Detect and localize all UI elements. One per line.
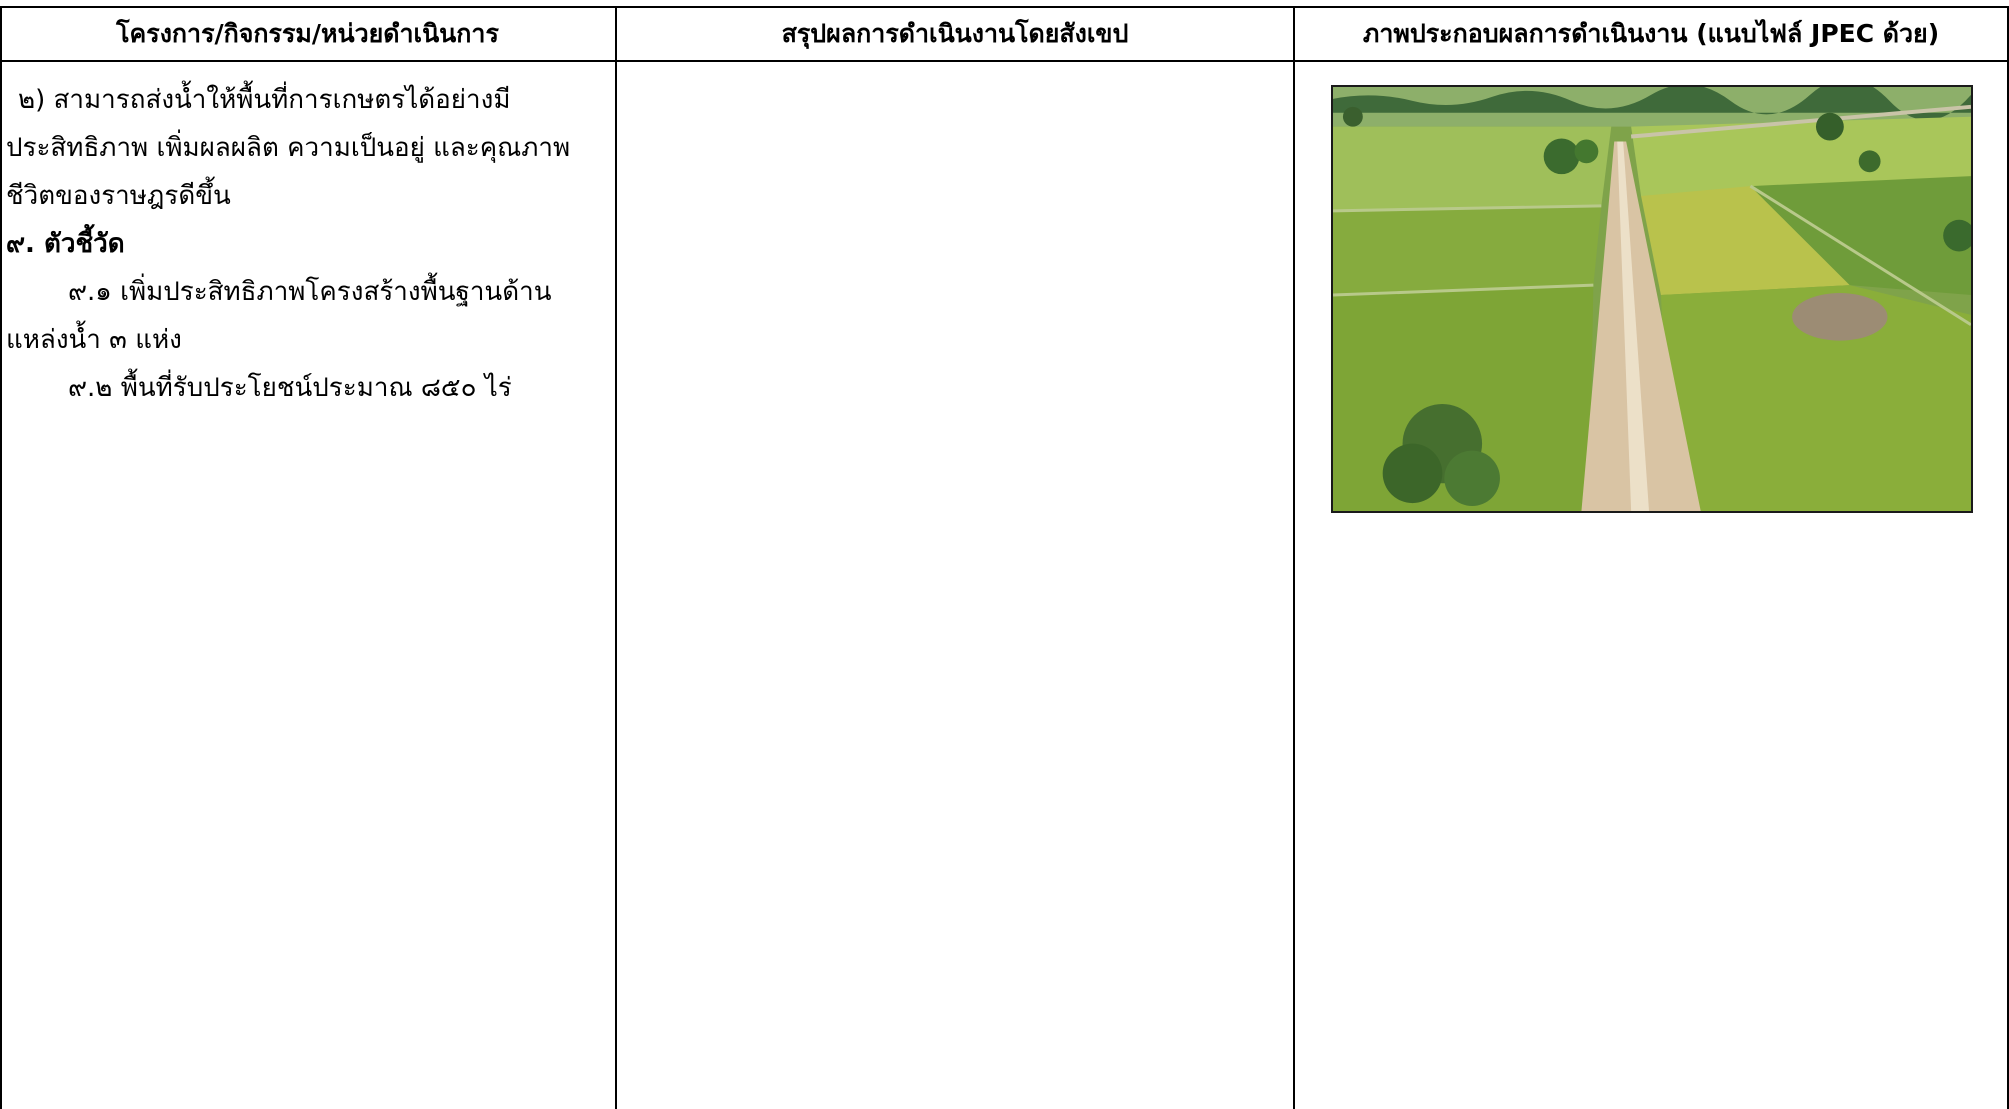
report-table: โครงการ/กิจกรรม/หน่วยดำเนินการ สรุปผลการ…	[0, 0, 2009, 1109]
indicator-item-1-cont: แหล่งน้ำ ๓ แห่ง	[6, 325, 182, 355]
header-illustration: ภาพประกอบผลการดำเนินงาน (แนบไฟล์ JPEC ด้…	[1362, 19, 1940, 48]
header-project: โครงการ/กิจกรรม/หน่วยดำเนินการ	[116, 19, 499, 48]
benefit-line-3: ชีวิตของราษฎรดีขึ้น	[6, 181, 231, 211]
indicator-item-1: ๙.๑ เพิ่มประสิทธิภาพโครงสร้างพื้นฐานด้าน	[68, 277, 552, 307]
project-cell: ๒) สามารถส่งน้ำให้พื้นที่การเกษตรได้อย่า…	[6, 76, 610, 412]
indicator-heading: ๙. ตัวชี้วัด	[6, 229, 125, 259]
aerial-field-photo	[1331, 85, 1973, 513]
benefit-line-2: ประสิทธิภาพ เพิ่มผลผลิต ความเป็นอยู่ และ…	[6, 133, 571, 163]
column-divider-2	[1293, 6, 1295, 1109]
aerial-field-image	[1333, 87, 1971, 511]
indicator-item-2: ๙.๒ พื้นที่รับประโยชน์ประมาณ ๘๕๐ ไร่	[68, 373, 512, 403]
table-left-border	[0, 6, 2, 1109]
summary-cell	[617, 62, 1293, 1109]
benefit-line-1: ๒) สามารถส่งน้ำให้พื้นที่การเกษตรได้อย่า…	[18, 85, 511, 115]
header-summary: สรุปผลการดำเนินงานโดยสังเขป	[781, 19, 1129, 48]
